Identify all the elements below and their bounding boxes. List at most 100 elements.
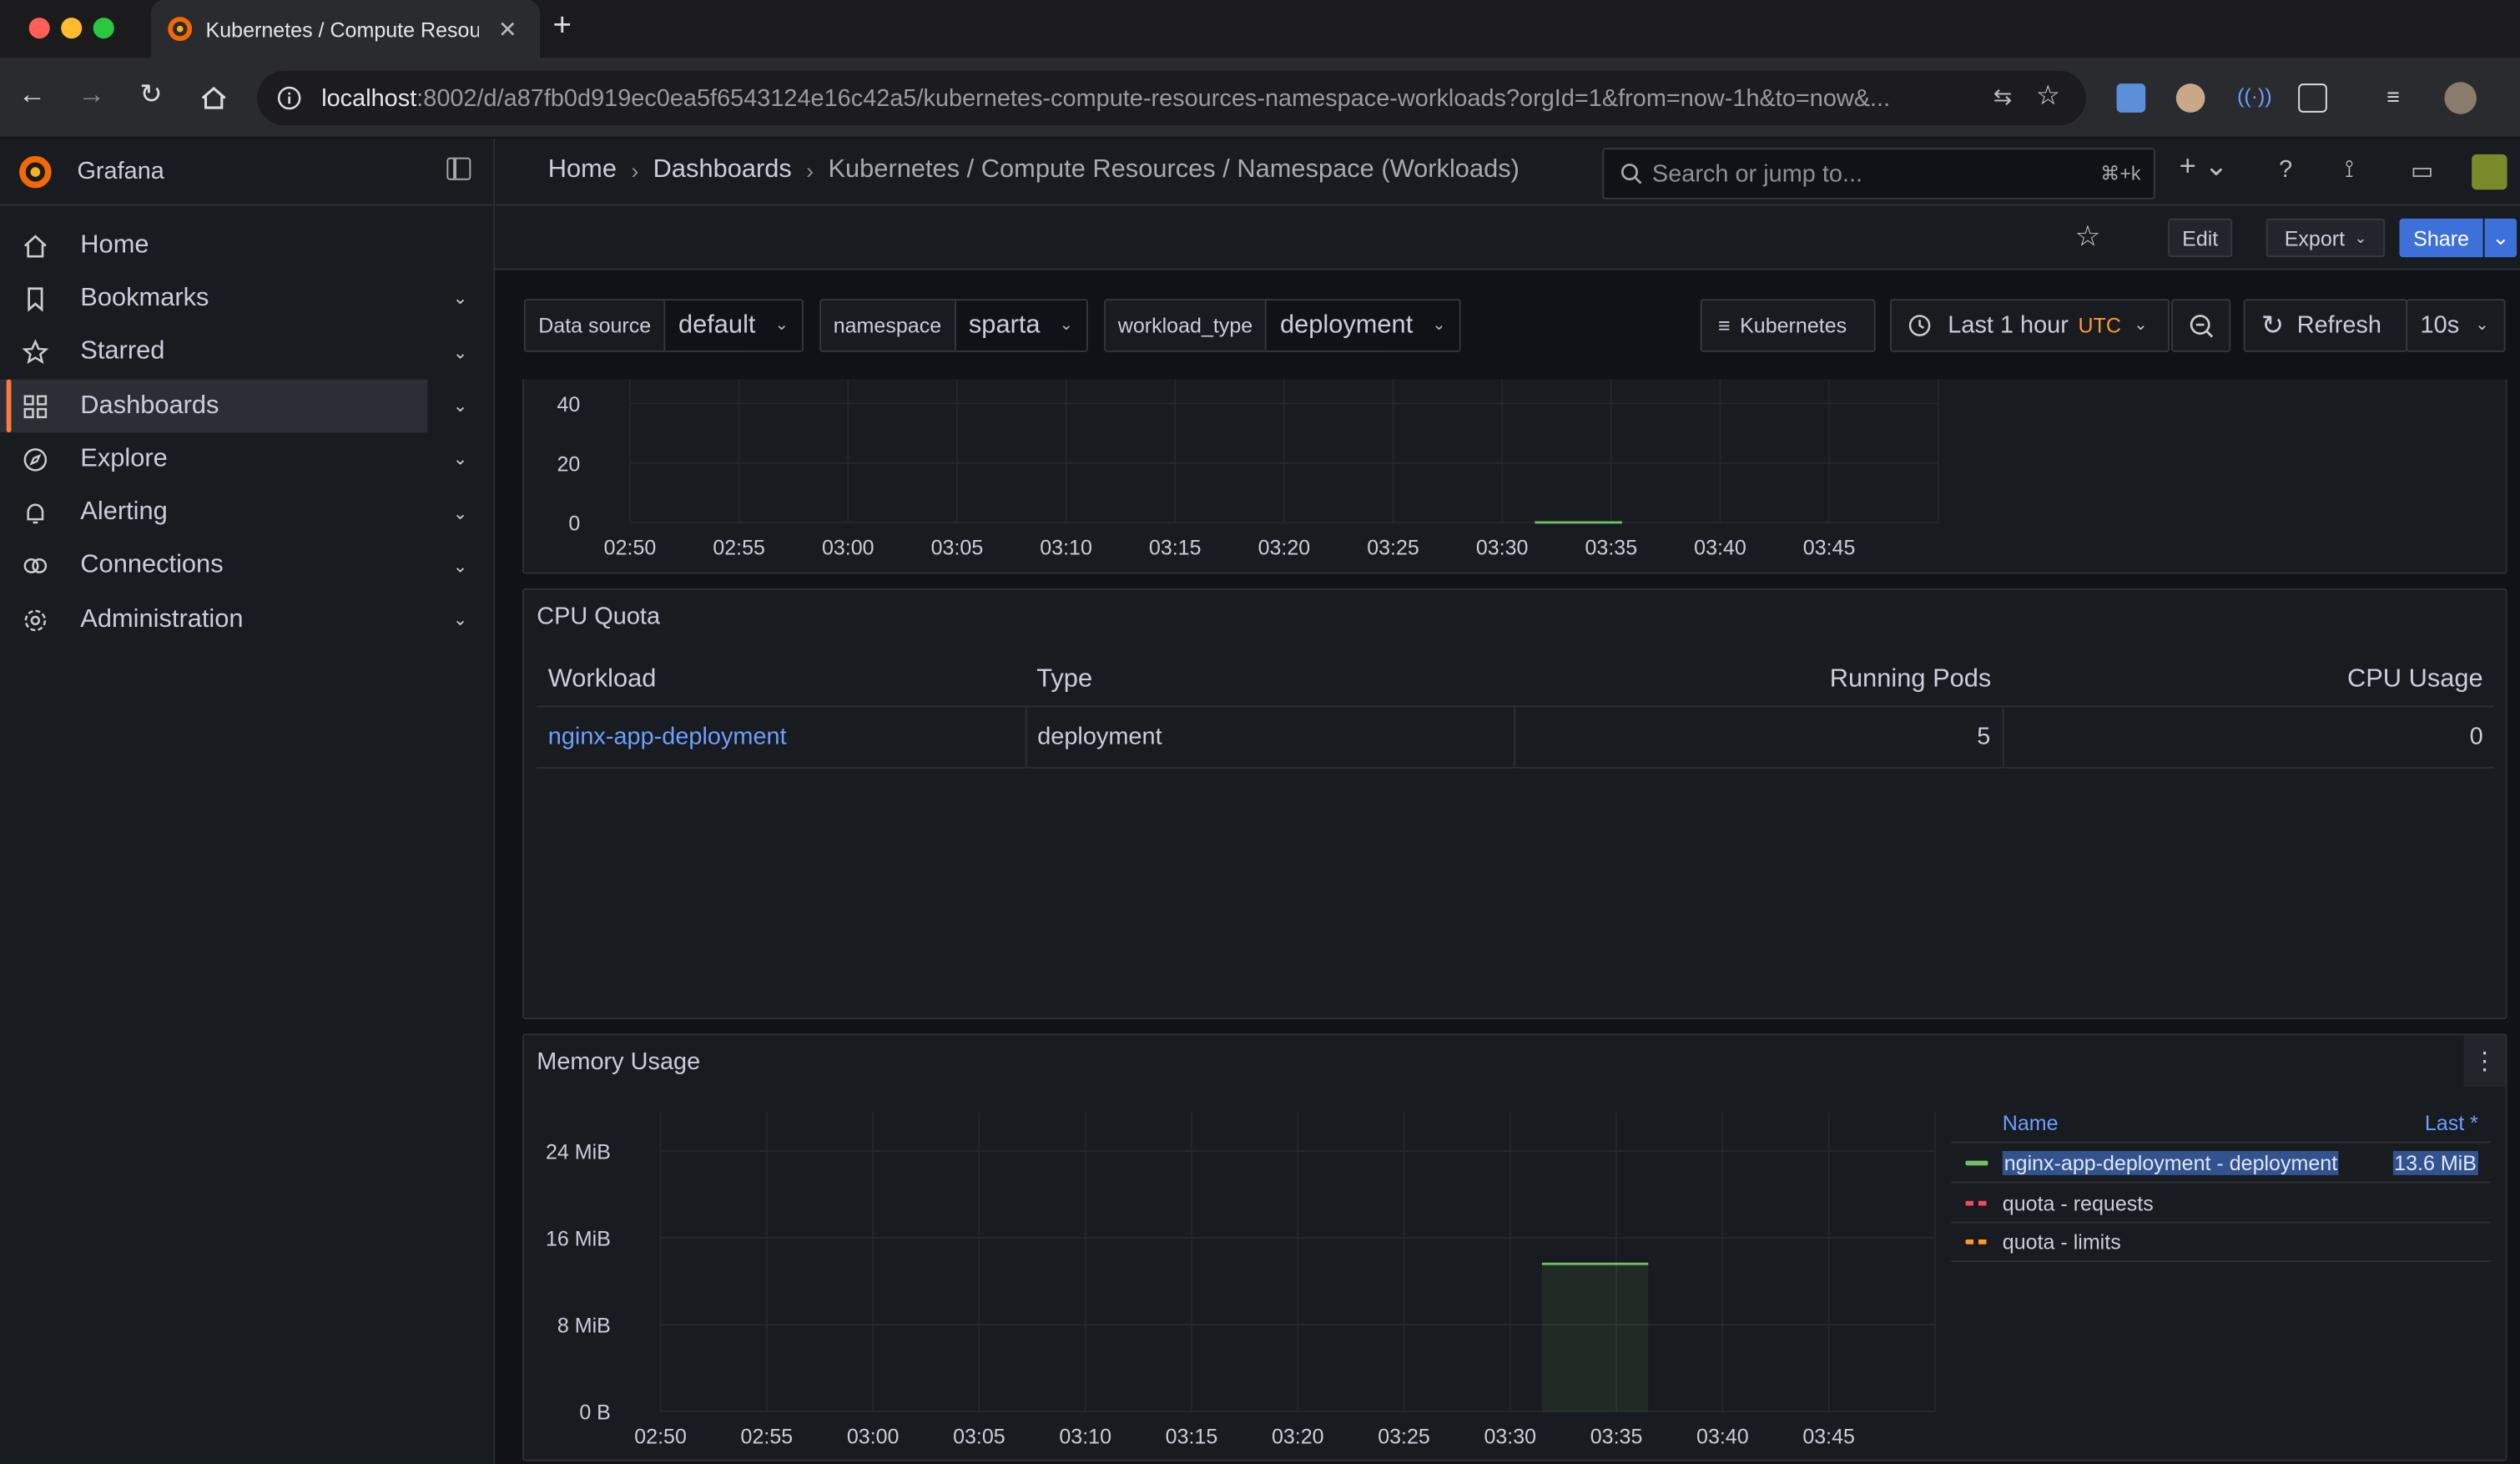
sidebar-item-administration[interactable]: Administration ⌄ (0, 593, 493, 647)
back-icon[interactable]: ← (14, 78, 49, 111)
dock-menu-icon[interactable] (446, 157, 471, 180)
legend-item[interactable]: quota - requests (1951, 1181, 2492, 1222)
legend-item-last: 13.6 MiB (2392, 1150, 2478, 1174)
reload-icon[interactable]: ↻ (134, 78, 169, 111)
translate-icon[interactable]: ⇆ (1993, 83, 2013, 111)
extension-3-icon[interactable]: ((·)) (2237, 83, 2272, 113)
app-name: Grafana (77, 157, 164, 185)
zoom-out-button[interactable] (2171, 299, 2231, 352)
clock-icon (1908, 315, 1931, 336)
refresh-interval-picker[interactable]: 10s ⌄ (2406, 299, 2506, 352)
dashboard-links-button[interactable]: ≡ Kubernetes (1700, 299, 1876, 352)
site-info-icon[interactable] (276, 85, 302, 111)
time-range-label: Last 1 hour (1948, 311, 2069, 340)
variable-row: Data source default ⌄ namespace sparta ⌄ w… (523, 299, 1476, 352)
chevron-down-icon[interactable]: ⌄ (453, 556, 468, 577)
legend-last-header[interactable]: Last * (2425, 1110, 2478, 1134)
sidebar-item-dashboards[interactable]: Dashboards ⌄ (0, 379, 467, 434)
chevron-down-icon[interactable]: ⌄ (453, 342, 468, 363)
grid-icon (23, 394, 48, 418)
kiosk-mode-icon[interactable]: ▭ (2411, 156, 2433, 185)
y-tick-label: 0 B (579, 1401, 611, 1425)
new-tab-icon[interactable]: + (553, 8, 572, 45)
news-feed-icon[interactable]: ⟟ (2345, 156, 2354, 184)
share-options-chevron-icon[interactable]: ⌄ (2484, 218, 2517, 258)
legend-item-name: nginx-app-deployment - deployment (2002, 1150, 2340, 1174)
minimize-window-button[interactable] (61, 18, 83, 39)
column-header-workload[interactable]: Workload (537, 654, 1026, 707)
datasource-variable[interactable]: Data source default ⌄ (523, 299, 804, 352)
add-new-icon[interactable]: + ⌄ (2180, 149, 2229, 183)
sidebar-item-home[interactable]: Home (0, 219, 493, 272)
sidebar-item-connections[interactable]: Connections ⌄ (0, 540, 493, 593)
zoom-window-button[interactable] (93, 18, 114, 39)
sidebar-item-explore[interactable]: Explore ⌄ (0, 432, 493, 486)
panel-title: CPU Quota (537, 603, 661, 630)
sidebar-item-starred[interactable]: Starred ⌄ (0, 326, 493, 379)
x-tick-label: 03:00 (847, 1426, 900, 1449)
workload-link[interactable]: nginx-app-deployment (548, 723, 787, 750)
tab-close-icon[interactable]: ✕ (498, 15, 517, 43)
chevron-down-icon[interactable]: ⌄ (453, 289, 468, 310)
forward-icon[interactable]: → (74, 78, 109, 111)
bookmark-star-icon[interactable]: ☆ (2036, 80, 2060, 113)
sidebar-item-bookmarks[interactable]: Bookmarks ⌄ (0, 272, 493, 326)
legend-item[interactable]: quota - limits (1951, 1221, 2492, 1262)
extension-1-icon[interactable] (2116, 83, 2146, 113)
cpu-usage-panel: 02:50 02:55 03:00 03:05 03:10 03:15 03:20 03:25… (522, 379, 2507, 574)
chevron-down-icon[interactable]: ⌄ (453, 609, 468, 630)
user-avatar[interactable] (2472, 154, 2507, 190)
mark-favorite-star-icon[interactable]: ☆ (2074, 220, 2100, 254)
memory-usage-chart: 02:50 02:55 03:00 03:05 03:10 03:15 03:20 03:25… (546, 1112, 1936, 1449)
x-tick-label: 02:55 (713, 536, 765, 559)
extension-2-icon[interactable] (2175, 83, 2205, 113)
search-input[interactable]: Search or jump to... ⌘+k (1602, 148, 2155, 199)
legend-header: Name Last * (1951, 1103, 2491, 1141)
chevron-down-icon: ⌄ (2134, 316, 2148, 335)
grafana-favicon-icon (168, 17, 193, 42)
legend-name-header[interactable]: Name (2003, 1110, 2425, 1134)
browser-tab[interactable]: Kubernetes / Compute Resou ✕ (151, 0, 541, 58)
chevron-down-icon[interactable]: ⌄ (453, 396, 468, 416)
variable-value[interactable]: default ⌄ (665, 300, 802, 351)
brand[interactable]: Grafana (0, 139, 494, 206)
type-cell: deployment (1024, 705, 1515, 768)
column-header-cpu-usage[interactable]: CPU Usage (2002, 654, 2495, 707)
y-tick-label: 0 (568, 512, 580, 536)
connections-icon (23, 558, 48, 574)
time-range-picker[interactable]: Last 1 hour UTC ⌄ (1889, 299, 2170, 352)
column-header-running-pods[interactable]: Running Pods (1514, 654, 2003, 707)
legend-item[interactable]: nginx-app-deployment - deployment 13.6 M… (1951, 1141, 2492, 1181)
close-window-button[interactable] (28, 18, 50, 39)
star-icon (22, 339, 48, 365)
export-button[interactable]: Export ⌄ (2265, 218, 2386, 258)
edit-button[interactable]: Edit (2168, 218, 2233, 258)
refresh-button[interactable]: ↻ Refresh (2243, 299, 2408, 352)
variable-value-text: deployment (1279, 310, 1414, 339)
chevron-down-icon[interactable]: ⌄ (453, 449, 468, 470)
home-page-icon[interactable] (196, 83, 231, 113)
address-bar[interactable]: localhost:8002/d/a87fb0d919ec0ea5f654312… (257, 70, 2086, 126)
help-icon[interactable]: ? (2279, 156, 2292, 184)
column-header-type[interactable]: Type (1025, 654, 1515, 707)
extensions-icon[interactable] (2298, 83, 2327, 113)
x-tick-label: 03:25 (1378, 1426, 1430, 1449)
top-bar: Home › Dashboards › Kubernetes / Compute… (495, 138, 2520, 206)
breadcrumb-home[interactable]: Home (548, 156, 617, 185)
cog-icon (24, 609, 47, 631)
variable-value[interactable]: sparta ⌄ (955, 300, 1086, 351)
variable-value-text: default (678, 310, 756, 339)
media-control-icon[interactable]: ≡ (2386, 83, 2416, 113)
x-tick-label: 03:20 (1272, 1426, 1324, 1449)
breadcrumb-dashboards[interactable]: Dashboards (653, 156, 792, 185)
sidebar-item-alerting[interactable]: Alerting ⌄ (0, 487, 493, 540)
profile-avatar[interactable] (2444, 82, 2477, 114)
x-tick-label: 03:45 (1803, 536, 1856, 559)
workload-type-variable[interactable]: workload_type deployment ⌄ (1103, 299, 1460, 352)
share-button[interactable]: Share (2399, 218, 2483, 258)
chevron-down-icon[interactable]: ⌄ (453, 502, 468, 523)
panel-menu-icon[interactable]: ⋮ (2463, 1035, 2506, 1087)
variable-value[interactable]: deployment ⌄ (1267, 300, 1459, 351)
namespace-variable[interactable]: namespace sparta ⌄ (819, 299, 1088, 352)
grafana-logo-icon (19, 154, 52, 188)
